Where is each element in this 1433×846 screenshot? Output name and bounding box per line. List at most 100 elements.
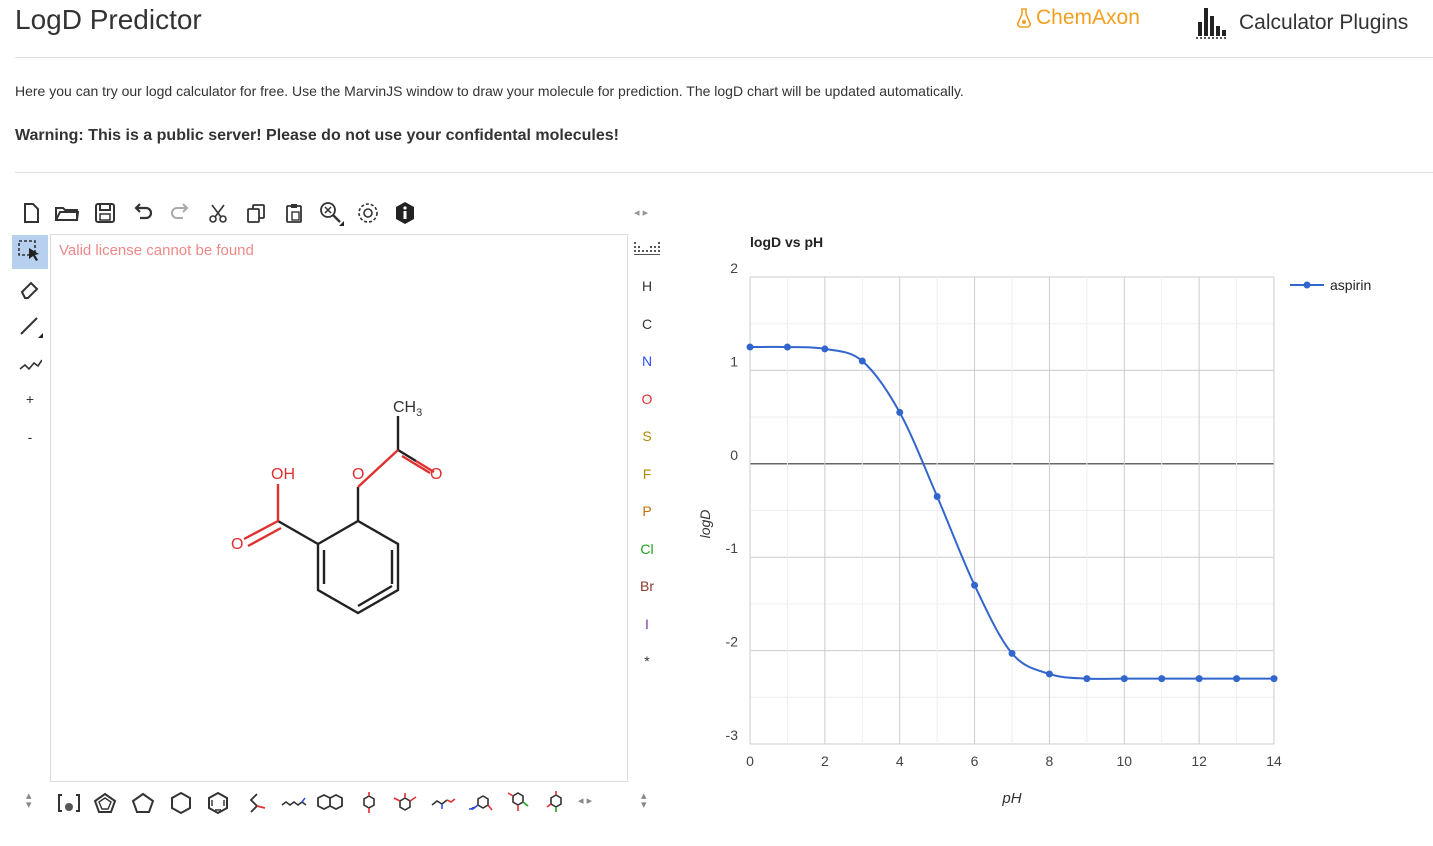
x-tick-label: 6 bbox=[971, 753, 979, 769]
template-2-icon[interactable] bbox=[279, 788, 309, 818]
element-button[interactable]: Cl bbox=[634, 541, 660, 557]
element-button[interactable]: H bbox=[634, 278, 660, 294]
undo-icon[interactable] bbox=[130, 200, 156, 226]
periodic-table-icon[interactable] bbox=[634, 240, 660, 261]
chart-grid bbox=[749, 276, 1275, 745]
data-point[interactable] bbox=[1045, 670, 1053, 678]
y-tick-label: -1 bbox=[726, 540, 739, 556]
divider bbox=[15, 57, 1433, 58]
data-point[interactable] bbox=[896, 408, 904, 416]
calculator-plugins-logo[interactable]: Calculator Plugins bbox=[1195, 4, 1408, 42]
chart-legend: aspirin bbox=[1290, 277, 1371, 293]
x-tick-label: 14 bbox=[1266, 753, 1282, 769]
data-point[interactable] bbox=[858, 357, 866, 365]
element-button[interactable]: P bbox=[634, 503, 660, 519]
data-point[interactable] bbox=[821, 345, 829, 353]
carbonyl-oxygen-label: O bbox=[430, 466, 442, 483]
settings-icon[interactable] bbox=[355, 200, 381, 226]
naphthalene-template-icon[interactable] bbox=[316, 788, 346, 818]
x-axis-label: pH bbox=[1001, 790, 1021, 807]
benzene-template-icon[interactable] bbox=[203, 788, 233, 818]
bar-chart-icon bbox=[1196, 8, 1228, 39]
save-icon[interactable] bbox=[92, 200, 118, 226]
logd-chart: logD vs pH 0 2 4 6 8 10 12 14210-1-2-3 aspirin … bbox=[697, 234, 1371, 807]
chemaxon-logo[interactable]: ChemAxon bbox=[1016, 6, 1140, 30]
redo-icon[interactable] bbox=[167, 200, 193, 226]
y-axis-label: logD bbox=[697, 510, 713, 539]
warning-text: Warning: This is a public server! Please… bbox=[15, 127, 619, 144]
scroll-updown-icon[interactable]: ▴ ▾ bbox=[641, 791, 647, 811]
data-point[interactable] bbox=[1083, 675, 1091, 683]
data-point[interactable] bbox=[1233, 675, 1241, 683]
ch3-subscript: 3 bbox=[416, 407, 422, 419]
intro-text: Here you can try our logd calculator for… bbox=[15, 83, 964, 99]
x-tick-label: 2 bbox=[821, 753, 829, 769]
y-tick-label: -2 bbox=[726, 634, 739, 650]
zoom-icon[interactable] bbox=[318, 200, 344, 226]
cyclohexane-template-icon[interactable] bbox=[166, 788, 196, 818]
cyclopropane-template-icon[interactable] bbox=[90, 788, 120, 818]
paste-icon[interactable] bbox=[281, 200, 307, 226]
template-5-icon[interactable] bbox=[428, 788, 458, 818]
x-tick-label: 12 bbox=[1191, 753, 1207, 769]
bracket-template-icon[interactable] bbox=[54, 788, 84, 818]
page-title: LogD Predictor bbox=[15, 4, 202, 35]
toolbar-scroll-arrows[interactable]: ◂ ▸ bbox=[634, 206, 648, 219]
legend-marker bbox=[1303, 281, 1311, 289]
charge-minus-button[interactable]: - bbox=[12, 420, 48, 454]
legend-label: aspirin bbox=[1330, 277, 1371, 293]
element-button[interactable]: O bbox=[634, 391, 660, 407]
x-tick-label: 0 bbox=[746, 753, 754, 769]
data-point[interactable] bbox=[746, 343, 754, 351]
ester-oxygen-label: O bbox=[352, 466, 364, 483]
chemaxon-label: ChemAxon bbox=[1036, 6, 1140, 29]
eraser-icon[interactable] bbox=[12, 272, 48, 306]
new-document-icon[interactable] bbox=[18, 200, 44, 226]
y-tick-label: 1 bbox=[730, 353, 738, 369]
template-8-icon[interactable] bbox=[541, 788, 571, 818]
data-point[interactable] bbox=[971, 581, 979, 589]
template-1-icon[interactable] bbox=[243, 788, 273, 818]
template-3-icon[interactable] bbox=[354, 788, 384, 818]
template-scroll-arrows[interactable]: ◂ ▸ bbox=[578, 794, 592, 807]
data-point[interactable] bbox=[1195, 675, 1203, 683]
select-icon[interactable] bbox=[12, 235, 48, 269]
molecule-aspirin[interactable]: CH3 OH O O O bbox=[50, 234, 626, 780]
x-tick-label: 4 bbox=[896, 753, 904, 769]
y-tick-label: -3 bbox=[726, 727, 739, 743]
element-button[interactable]: S bbox=[634, 428, 660, 444]
chain-icon[interactable] bbox=[12, 345, 48, 379]
template-4-icon[interactable] bbox=[390, 788, 420, 818]
y-tick-label: 0 bbox=[730, 447, 738, 463]
data-point[interactable] bbox=[1270, 675, 1278, 683]
element-button[interactable]: N bbox=[634, 353, 660, 369]
y-tick-label: 2 bbox=[730, 260, 738, 276]
cut-icon[interactable] bbox=[205, 200, 231, 226]
open-folder-icon[interactable] bbox=[54, 200, 80, 226]
x-tick-label: 8 bbox=[1046, 753, 1054, 769]
bond-icon[interactable] bbox=[12, 308, 48, 342]
oh-label: OH bbox=[271, 466, 295, 483]
x-tick-label: 10 bbox=[1116, 753, 1132, 769]
template-7-icon[interactable] bbox=[503, 788, 533, 818]
data-point[interactable] bbox=[1120, 675, 1128, 683]
data-point[interactable] bbox=[1008, 649, 1016, 657]
charge-plus-button[interactable]: + bbox=[12, 382, 48, 416]
data-point[interactable] bbox=[783, 343, 791, 351]
element-button[interactable]: * bbox=[634, 653, 660, 669]
data-point[interactable] bbox=[1158, 675, 1166, 683]
divider bbox=[15, 172, 1433, 173]
element-button[interactable]: Br bbox=[634, 578, 660, 594]
info-icon[interactable] bbox=[392, 200, 418, 226]
template-6-icon[interactable] bbox=[466, 788, 496, 818]
cyclopentane-template-icon[interactable] bbox=[128, 788, 158, 818]
element-button[interactable]: I bbox=[634, 616, 660, 632]
data-point[interactable] bbox=[933, 492, 941, 500]
acid-oxygen-label: O bbox=[231, 536, 243, 553]
ch3-label: CH bbox=[393, 399, 416, 416]
flask-icon bbox=[1017, 8, 1031, 28]
element-button[interactable]: C bbox=[634, 316, 660, 332]
scroll-updown-icon[interactable]: ▴ ▾ bbox=[26, 791, 32, 811]
copy-icon[interactable] bbox=[243, 200, 269, 226]
element-button[interactable]: F bbox=[634, 466, 660, 482]
